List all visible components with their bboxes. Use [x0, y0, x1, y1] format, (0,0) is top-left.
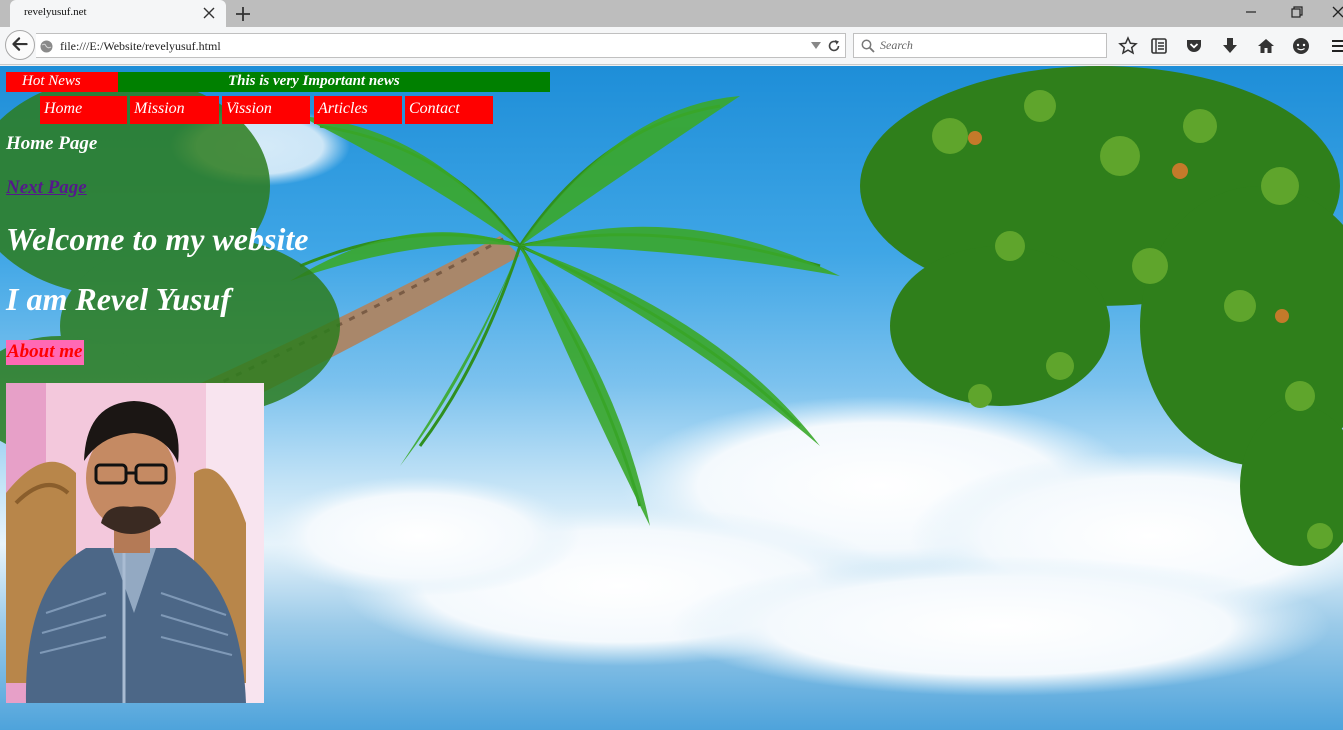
nav-home[interactable]: Home: [40, 96, 127, 124]
back-button[interactable]: [5, 30, 35, 60]
tab-title: revelyusuf.net: [24, 6, 87, 18]
download-icon[interactable]: [1220, 36, 1240, 56]
hot-news-label: Hot News: [6, 72, 118, 92]
minimize-icon[interactable]: [1242, 4, 1260, 20]
home-icon[interactable]: [1256, 36, 1276, 56]
tab-strip: revelyusuf.net: [0, 0, 1343, 27]
profile-portrait: [6, 383, 264, 703]
restore-icon[interactable]: [1288, 4, 1306, 20]
search-bar[interactable]: [853, 33, 1107, 58]
nav-toolbar: file:///E:/Website/revelyusuf.html: [0, 27, 1343, 65]
nav-contact[interactable]: Contact: [405, 96, 493, 124]
nav-mission[interactable]: Mission: [130, 96, 219, 124]
bookmark-star-icon[interactable]: [1118, 36, 1138, 56]
menu-icon[interactable]: [1329, 36, 1343, 56]
news-ticker: This is very Important news: [118, 72, 550, 92]
pocket-icon[interactable]: [1184, 36, 1204, 56]
globe-icon: [40, 40, 53, 53]
nav-vission[interactable]: Vission: [222, 96, 310, 124]
url-bar[interactable]: file:///E:/Website/revelyusuf.html: [36, 33, 846, 58]
page-viewport: Hot News This is very Important news Hom…: [0, 66, 1343, 730]
nav-articles[interactable]: Articles: [314, 96, 402, 124]
name-heading: I am Revel Yusuf: [6, 281, 231, 317]
active-tab[interactable]: revelyusuf.net: [10, 0, 226, 27]
search-icon: [861, 39, 875, 53]
close-tab-icon[interactable]: [200, 4, 218, 22]
chat-icon[interactable]: [1291, 36, 1311, 56]
page-heading: Home Page: [6, 133, 98, 154]
profile-photo: [6, 383, 264, 703]
reload-icon[interactable]: [827, 39, 841, 53]
search-input[interactable]: [880, 36, 1100, 55]
back-arrow-icon: [12, 37, 28, 51]
next-page-link[interactable]: Next Page: [6, 177, 87, 199]
url-dropdown-icon[interactable]: [811, 42, 821, 50]
url-text: file:///E:/Website/revelyusuf.html: [60, 39, 221, 53]
new-tab-icon[interactable]: [232, 3, 254, 25]
close-window-icon[interactable]: [1330, 4, 1343, 20]
about-me-label: About me: [6, 340, 85, 365]
welcome-heading: Welcome to my website: [6, 221, 309, 257]
reading-list-icon[interactable]: [1149, 36, 1169, 56]
